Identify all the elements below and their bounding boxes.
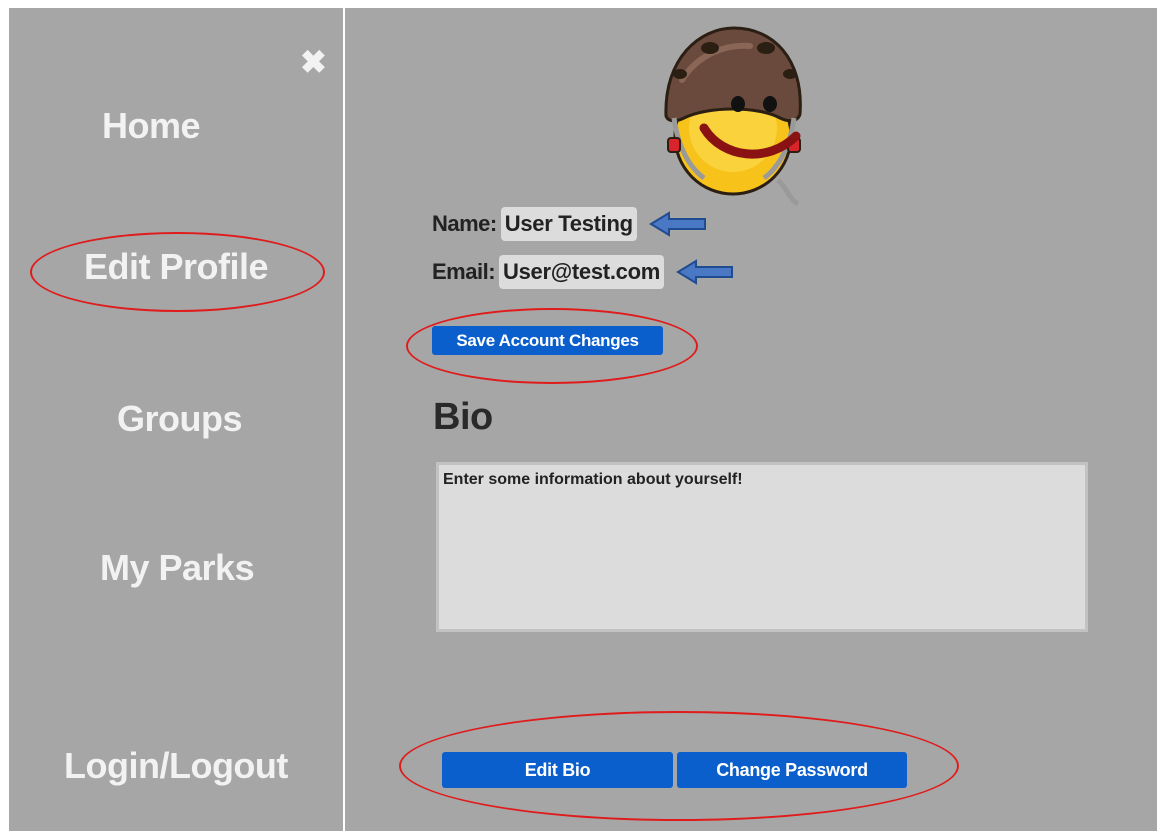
sidebar-item-home[interactable]: Home xyxy=(102,105,201,147)
bio-heading: Bio xyxy=(433,396,493,438)
sidebar-item-edit-profile[interactable]: Edit Profile xyxy=(84,246,269,288)
save-account-changes-button[interactable]: Save Account Changes xyxy=(432,326,663,355)
email-field[interactable]: User@test.com xyxy=(499,255,664,289)
arrow-left-icon xyxy=(648,211,706,237)
sidebar-item-my-parks[interactable]: My Parks xyxy=(100,547,255,589)
sidebar-item-login-logout[interactable]: Login/Logout xyxy=(64,745,288,787)
edit-bio-button[interactable]: Edit Bio xyxy=(442,752,673,788)
name-label: Name: xyxy=(432,211,497,236)
sidebar-item-groups[interactable]: Groups xyxy=(117,398,243,440)
helmet-smiley-icon xyxy=(664,26,802,207)
email-row: Email: User@test.com xyxy=(432,255,734,289)
name-row: Name: User Testing xyxy=(432,207,707,241)
bio-textarea[interactable] xyxy=(436,462,1088,632)
page: ✖ Home Edit Profile Groups My Parks Logi… xyxy=(0,0,1157,831)
name-field[interactable]: User Testing xyxy=(500,207,637,241)
email-label: Email: xyxy=(432,259,496,284)
close-icon[interactable]: ✖ xyxy=(300,46,327,78)
change-password-button[interactable]: Change Password xyxy=(677,752,907,788)
arrow-left-icon xyxy=(676,259,733,285)
